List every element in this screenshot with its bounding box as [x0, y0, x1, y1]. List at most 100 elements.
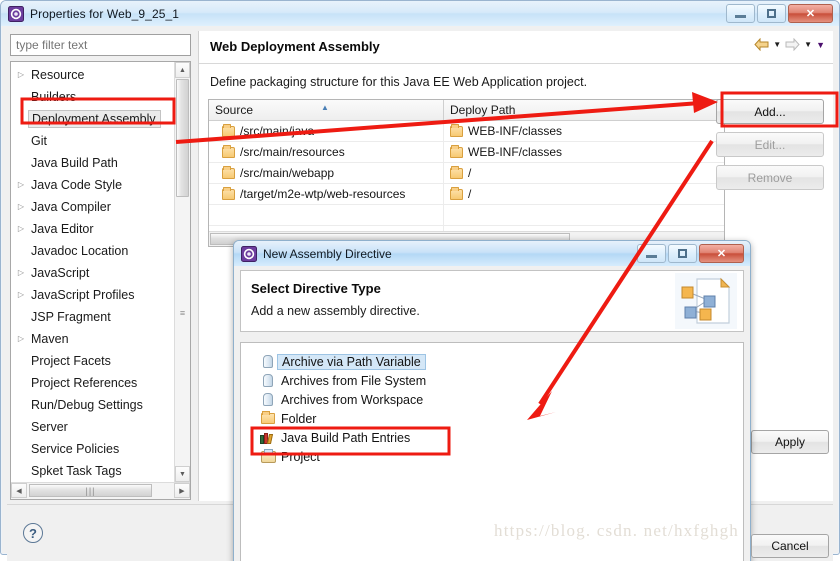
table-body: /src/main/java WEB-INF/classes/src/main/r… [209, 120, 724, 246]
dialog-titlebar: New Assembly Directive ✕ [234, 241, 750, 266]
directive-type-options: Archive via Path Variable Archives from F… [241, 352, 743, 466]
maximize-button[interactable] [757, 4, 786, 23]
scroll-down-arrow-icon[interactable]: ▼ [175, 466, 190, 482]
sidebar-item-git[interactable]: Git [11, 130, 174, 152]
expand-chevron-icon[interactable]: ▷ [13, 335, 29, 343]
folder-icon [222, 186, 235, 200]
window-titlebar: Properties for Web_9_25_1 ✕ [1, 1, 839, 26]
cancel-button[interactable]: Cancel [751, 534, 829, 558]
tree-horizontal-scrollbar[interactable]: ◀ ||| ▶ [11, 482, 190, 499]
column-header-deploy-path[interactable]: Deploy Path [444, 100, 724, 120]
tree-hscroll-thumb[interactable]: ||| [29, 484, 152, 497]
cancel-button-label: Cancel [771, 539, 809, 553]
dialog-minimize-button[interactable] [637, 244, 666, 263]
table-row[interactable]: /src/main/java WEB-INF/classes [209, 120, 724, 142]
sidebar-item-label: Run/Debug Settings [31, 398, 143, 412]
sidebar-item-label: Spket Task Tags [31, 464, 122, 478]
help-icon[interactable]: ? [23, 523, 43, 543]
tree-vertical-scrollbar[interactable]: ▲ ≡ ▼ [174, 62, 190, 482]
folder-icon [222, 123, 235, 137]
expand-chevron-icon[interactable]: ▷ [13, 203, 29, 211]
sidebar-item-java-compiler[interactable]: ▷ Java Compiler [11, 196, 174, 218]
sidebar-item-project-facets[interactable]: Project Facets [11, 350, 174, 372]
sidebar-item-java-editor[interactable]: ▷ Java Editor [11, 218, 174, 240]
window-buttons: ✕ [726, 4, 833, 23]
folder-icon [260, 411, 276, 424]
directive-option-project[interactable]: Project [241, 447, 743, 466]
directive-option-label: Archives from Workspace [281, 392, 424, 407]
dialog-maximize-button[interactable] [668, 244, 697, 263]
table-row[interactable]: /src/main/resources WEB-INF/classes [209, 141, 724, 163]
settings-tree[interactable]: ▷ Resource Builders Deployment Assembly Git J… [10, 61, 191, 500]
sidebar-item-maven[interactable]: ▷ Maven [11, 328, 174, 350]
remove-button[interactable]: Remove [716, 165, 824, 190]
sidebar-item-label: Java Editor [31, 222, 94, 236]
directive-type-list[interactable]: Archive via Path Variable Archives from F… [240, 342, 744, 561]
back-arrow-icon[interactable] [754, 38, 769, 51]
cell-deploy-path-label: WEB-INF/classes [468, 145, 563, 159]
sidebar-item-resource[interactable]: ▷ Resource [11, 64, 174, 86]
sidebar-item-service-policies[interactable]: Service Policies [11, 438, 174, 460]
directive-option-label: Project [281, 449, 320, 464]
page-header: Web Deployment Assembly ▼ ▼ ▼ [199, 31, 833, 64]
directive-option-archives-from-workspace[interactable]: Archives from Workspace [241, 390, 743, 409]
table-row[interactable]: /target/m2e-wtp/web-resources / [209, 183, 724, 205]
sidebar-item-label: Service Policies [31, 442, 120, 456]
sidebar-item-spket-task-tags[interactable]: Spket Task Tags [11, 460, 174, 482]
directive-option-archive-via-path-variable[interactable]: Archive via Path Variable [241, 352, 743, 371]
table-row[interactable]: /src/main/webapp / [209, 162, 724, 184]
filter-input[interactable] [10, 34, 191, 56]
sidebar-item-label: Git [31, 134, 47, 148]
assembly-page-icon [675, 273, 737, 329]
minimize-button[interactable] [726, 4, 755, 23]
sidebar-item-builders[interactable]: Builders [11, 86, 174, 108]
dialog-body: Select Directive Type Add a new assembly… [235, 266, 749, 561]
sidebar-item-server[interactable]: Server [11, 416, 174, 438]
tree-vscroll-thumb[interactable] [176, 79, 189, 197]
close-button[interactable]: ✕ [788, 4, 833, 23]
scroll-left-arrow-icon[interactable]: ◀ [11, 483, 27, 498]
expand-chevron-icon[interactable]: ▷ [13, 181, 29, 189]
sidebar-item-label: JSP Fragment [31, 310, 111, 324]
back-dropdown-caret-icon[interactable]: ▼ [773, 40, 781, 49]
cell-empty [209, 204, 444, 226]
sidebar-item-javadoc-location[interactable]: Javadoc Location [11, 240, 174, 262]
expand-chevron-icon[interactable]: ▷ [13, 269, 29, 277]
cell-source: /target/m2e-wtp/web-resources [209, 183, 444, 205]
project-icon [260, 448, 276, 463]
sidebar-item-deployment-assembly[interactable]: Deployment Assembly [11, 108, 174, 130]
directive-option-archives-from-file-system[interactable]: Archives from File System [241, 371, 743, 390]
expand-chevron-icon[interactable]: ▷ [13, 71, 29, 79]
sidebar-item-javascript-profiles[interactable]: ▷ JavaScript Profiles [11, 284, 174, 306]
scroll-right-arrow-icon[interactable]: ▶ [174, 483, 190, 498]
cell-deploy-path: WEB-INF/classes [444, 142, 724, 163]
sidebar-item-jsp-fragment[interactable]: JSP Fragment [11, 306, 174, 328]
remove-button-label: Remove [747, 170, 793, 185]
forward-dropdown-caret-icon[interactable]: ▼ [804, 40, 812, 49]
sidebar-item-run-debug-settings[interactable]: Run/Debug Settings [11, 394, 174, 416]
cell-deploy-path: / [444, 184, 724, 205]
column-header-source[interactable]: Source ▲ [209, 100, 444, 120]
scroll-up-arrow-icon[interactable]: ▲ [175, 62, 190, 78]
settings-tree-list: ▷ Resource Builders Deployment Assembly Git J… [11, 62, 174, 499]
sidebar-item-java-code-style[interactable]: ▷ Java Code Style [11, 174, 174, 196]
assembly-table[interactable]: Source ▲ Deploy Path /src/main/java WEB-I… [208, 99, 725, 247]
tree-vscroll-grip-icon: ≡ [179, 308, 186, 318]
dialog-close-button[interactable]: ✕ [699, 244, 744, 263]
sidebar-item-project-references[interactable]: Project References [11, 372, 174, 394]
column-header-deploy-path-label: Deploy Path [450, 103, 516, 117]
directive-option-java-build-path-entries[interactable]: Java Build Path Entries [241, 428, 743, 447]
page-menu-caret-icon[interactable]: ▼ [816, 40, 825, 50]
add-button[interactable]: Add... [716, 99, 824, 124]
directive-option-folder[interactable]: Folder [241, 409, 743, 428]
expand-chevron-icon[interactable]: ▷ [13, 291, 29, 299]
sidebar-item-javascript[interactable]: ▷ JavaScript [11, 262, 174, 284]
sort-ascending-icon: ▲ [321, 103, 329, 112]
page-title: Web Deployment Assembly [210, 39, 380, 54]
sidebar-item-java-build-path[interactable]: Java Build Path [11, 152, 174, 174]
sidebar-item-label: Project Facets [31, 354, 111, 368]
cell-deploy-path-label: / [468, 166, 472, 180]
apply-button[interactable]: Apply [751, 430, 829, 454]
edit-button[interactable]: Edit... [716, 132, 824, 157]
expand-chevron-icon[interactable]: ▷ [13, 225, 29, 233]
